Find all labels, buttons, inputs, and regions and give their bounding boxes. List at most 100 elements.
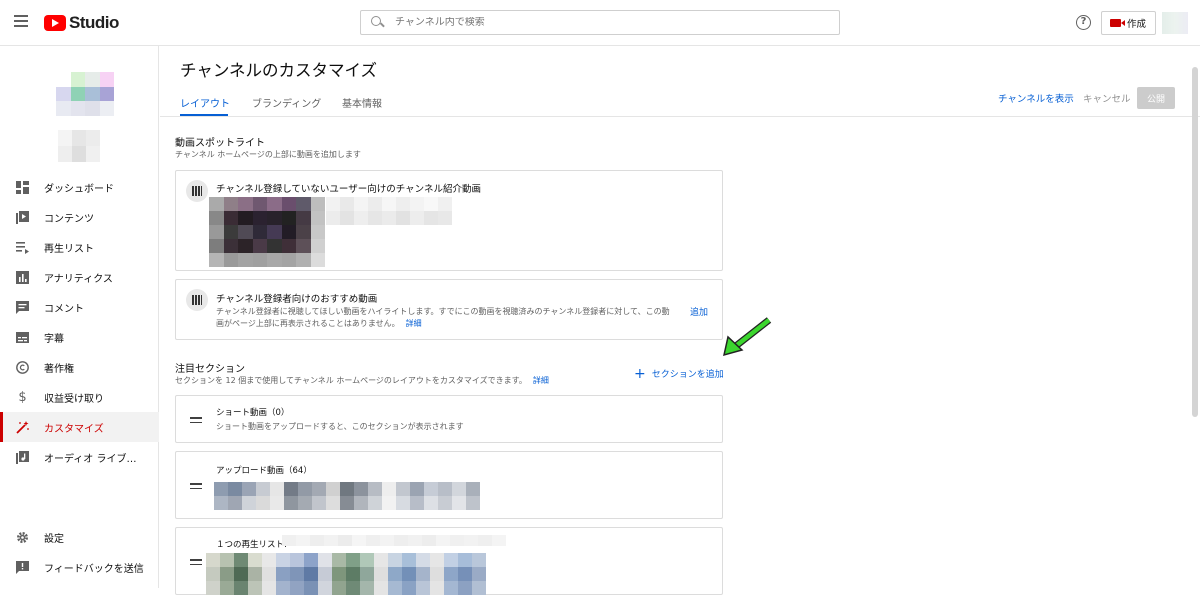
featured-desc-text: 画がページ上部に再表示されることはありません。 [216,319,400,328]
section-desc: ショート動画をアップロードすると、このセクションが表示されます [216,422,464,431]
sidebar-item-customization[interactable]: カスタマイズ [0,412,159,442]
plus-icon: + [634,365,646,382]
help-icon[interactable]: ? [1076,15,1091,30]
search-input[interactable] [395,17,795,28]
section-title: ショート動画（0） [216,408,290,418]
content-icon [16,210,29,224]
tab-branding[interactable]: ブランディング [252,95,321,110]
add-featured-video-button[interactable]: 追加 [690,305,708,318]
film-icon [186,180,208,202]
featured-desc-line-2: 画がページ上部に再表示されることはありません。 詳細 [216,318,670,330]
playlist-thumbnails [206,567,486,581]
green-arrow-annotation [722,317,772,357]
publish-button[interactable]: 公開 [1137,87,1175,109]
section-title: １つの再生リスト: [216,540,287,550]
sidebar-item-settings[interactable]: 設定 [0,522,159,552]
add-section-label: セクションを追加 [651,370,724,380]
channel-trailer-card[interactable]: チャンネル登録していないユーザー向けのチャンネル紹介動画 [175,170,723,271]
channel-name [58,130,100,162]
subtitles-icon [16,331,29,343]
section-card-shorts[interactable]: ショート動画（0） ショート動画をアップロードすると、このセクションが表示されま… [175,395,723,443]
tab-divider [160,116,1200,117]
featured-details-link[interactable]: 詳細 [406,319,422,328]
featured-video-card[interactable]: チャンネル登録者向けのおすすめ動画 チャンネル登録者に視聴してほしい動画をハイラ… [175,279,723,340]
video-camera-icon [1110,19,1125,27]
top-bar: Studio ? 作成 [0,0,1200,46]
trailer-title: チャンネル登録していないユーザー向けのチャンネル紹介動画 [216,184,481,195]
sidebar-item-label: 設定 [44,533,64,545]
trailer-thumbnail[interactable] [209,197,325,267]
sidebar-item-feedback[interactable]: フィードバックを送信 [0,552,159,582]
search-icon[interactable] [371,15,385,30]
copyright-icon [16,360,29,374]
sidebar-item-copyright[interactable]: 著作権 [0,352,159,382]
trailer-meta-blur [326,197,452,211]
gear-icon [17,531,28,543]
drag-handle-icon[interactable] [190,417,202,426]
sidebar-item-playlists[interactable]: 再生リスト [0,232,159,262]
add-section-button[interactable]: + セクションを追加 [634,365,724,382]
featured-title: チャンネル登録者向けのおすすめ動画 [216,294,378,305]
analytics-icon [16,270,29,284]
create-button[interactable]: 作成 [1101,11,1156,35]
sidebar-item-comments[interactable]: コメント [0,292,159,322]
tab-layout[interactable]: レイアウト [180,95,230,110]
dashboard-icon [16,180,29,194]
featured-video-icon [186,289,208,311]
audio-library-icon [16,450,29,464]
playlist-icon [16,241,29,254]
playlist-thumbnails [206,581,486,595]
sidebar: ダッシュボード コンテンツ 再生リスト アナリティクス コメント 字幕 著作権 … [0,46,159,588]
sidebar-item-label: 著作権 [44,363,74,375]
sidebar-item-label: フィードバックを送信 [44,563,144,575]
featured-desc: チャンネル登録者に視聴してほしい動画をハイライトします。すでにこの動画を視聴済み… [216,306,670,330]
trailer-meta-blur [326,211,452,225]
section-card-uploads[interactable]: アップロード動画（64） [175,451,723,519]
sidebar-item-label: 収益受け取り [44,393,104,405]
uploads-thumbnails [214,482,480,496]
sidebar-item-audio-library[interactable]: オーディオ ライブ… [0,442,159,472]
search-box[interactable] [360,10,840,35]
sidebar-item-subtitles[interactable]: 字幕 [0,322,159,352]
spotlight-desc: チャンネル ホームページの上部に動画を追加します [175,150,361,159]
featured-desc-line: チャンネル登録者に視聴してほしい動画をハイライトします。すでにこの動画を視聴済み… [216,307,670,316]
page-scrollbar[interactable] [1190,47,1200,587]
featured-sections-details-link[interactable]: 詳細 [533,376,549,385]
sidebar-item-label: オーディオ ライブ… [44,453,137,465]
featured-sections-title: 注目セクション [175,364,245,375]
section-title: アップロード動画（64） [216,466,312,476]
magic-wand-icon [16,420,29,434]
spotlight-title: 動画スポットライト [175,138,265,149]
view-channel-button[interactable]: チャンネルを表示 [998,91,1074,105]
sidebar-item-earn[interactable]: $ 収益受け取り [0,382,159,412]
sidebar-item-label: カスタマイズ [44,423,104,435]
sidebar-item-label: コンテンツ [44,213,94,225]
section-card-playlist[interactable]: １つの再生リスト: [175,527,723,595]
playlist-thumbnails [206,553,486,567]
sidebar-item-label: コメント [44,303,84,315]
main-content: チャンネルのカスタマイズ レイアウト ブランディング 基本情報 チャンネルを表示… [160,47,1200,595]
featured-sections-desc-text: セクションを 12 個まで使用してチャンネル ホームページのレイアウトをカスタマ… [175,376,527,385]
menu-icon[interactable] [14,15,28,30]
sidebar-item-dashboard[interactable]: ダッシュボード [0,172,159,202]
account-avatar[interactable] [1162,12,1188,34]
channel-avatar[interactable] [56,72,114,116]
create-label: 作成 [1127,19,1147,30]
youtube-play-icon [44,15,66,31]
drag-handle-icon[interactable] [190,483,202,492]
dollar-icon: $ [18,389,27,405]
tab-basic-info[interactable]: 基本情報 [342,95,382,110]
page-title: チャンネルのカスタマイズ [180,61,378,80]
comment-icon [16,300,29,314]
sidebar-item-label: 再生リスト [44,243,94,255]
sidebar-item-label: アナリティクス [44,273,113,285]
scrollbar-thumb[interactable] [1192,67,1198,417]
drag-handle-icon[interactable] [190,559,202,568]
featured-sections-desc: セクションを 12 個まで使用してチャンネル ホームページのレイアウトをカスタマ… [175,375,549,386]
playlist-title-blur [282,535,506,546]
uploads-thumbnails [214,496,480,510]
cancel-button[interactable]: キャンセル [1083,91,1131,105]
sidebar-item-content[interactable]: コンテンツ [0,202,159,232]
studio-logo[interactable]: Studio [44,13,119,33]
sidebar-item-analytics[interactable]: アナリティクス [0,262,159,292]
